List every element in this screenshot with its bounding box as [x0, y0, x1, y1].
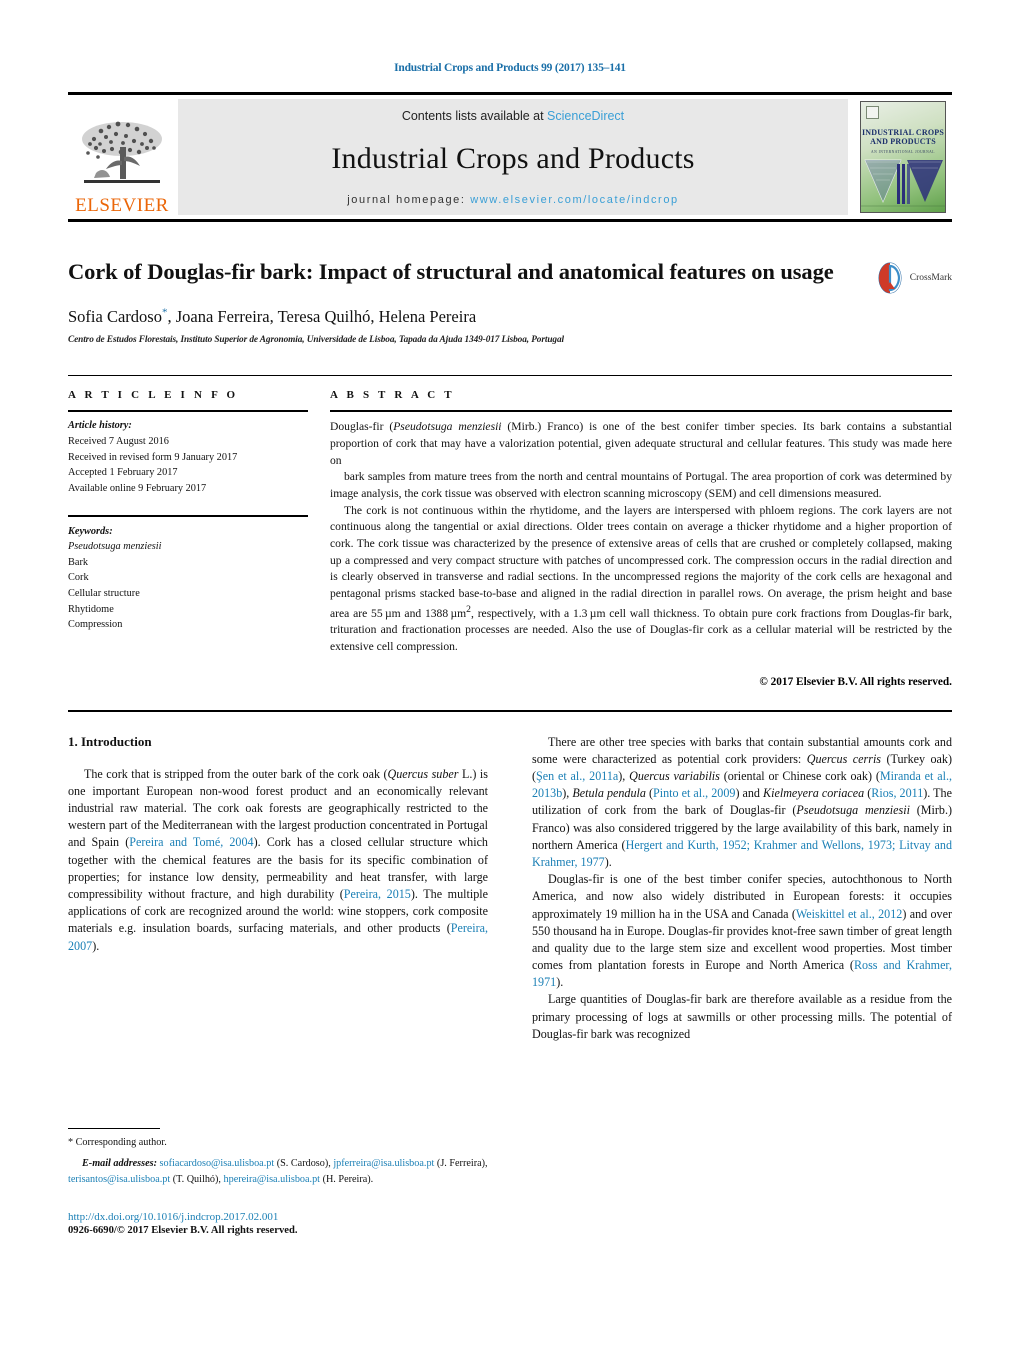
doi-block: http://dx.doi.org/10.1016/j.indcrop.2017… — [68, 1211, 488, 1236]
copyright-line: © 2017 Elsevier B.V. All rights reserved… — [759, 675, 952, 688]
corresponding-author-note: * Corresponding author. — [68, 1137, 167, 1148]
article-info-heading: A R T I C L E I N F O — [68, 389, 239, 402]
crossmark-label: CrossMark — [909, 273, 952, 283]
keywords-block: Keywords: Pseudotsuga menziesii Bark Cork C… — [68, 517, 308, 633]
contents-prefix: Contents lists available at — [401, 109, 548, 123]
keyword-item: Bark — [68, 556, 89, 568]
article-info-column: A R T I C L E I N F O Article history: R… — [68, 389, 330, 687]
keyword-item: Cork — [68, 572, 89, 584]
email-label: E-mail addresses: — [82, 1158, 157, 1170]
article-history-block: Article history: Received 7 August 2016 R… — [68, 412, 308, 496]
abstract-paragraph: Douglas-fir (Pseudotsuga menziesii (Mirb… — [330, 420, 952, 467]
email-addresses-note: E-mail addresses: sofiacardoso@isa.ulisb… — [68, 1156, 488, 1187]
journal-homepage-line: journal homepage: www.elsevier.com/locat… — [347, 194, 679, 206]
intro-left-paragraphs: The cork that is stripped from the outer… — [68, 766, 488, 955]
keyword-item: Cellular structure — [68, 588, 140, 600]
author-list: Sofia Cardoso*, Joana Ferreira, Teresa Q… — [68, 307, 842, 328]
cover-graphic-icon — [861, 159, 945, 207]
contents-available-line: Contents lists available at ScienceDirec… — [402, 109, 624, 123]
body-column-left: 1. Introduction The cork that is strippe… — [68, 734, 488, 1043]
keyword-item: Compression — [68, 619, 123, 631]
body-paragraph: Douglas-fir is one of the best timber co… — [532, 872, 952, 990]
homepage-url-link[interactable]: www.elsevier.com/locate/indcrop — [470, 194, 679, 206]
homepage-prefix: journal homepage: — [347, 194, 471, 206]
article-history-item: Accepted 1 February 2017 — [68, 467, 178, 479]
info-abstract-row: A R T I C L E I N F O Article history: R… — [68, 375, 952, 688]
intro-right-paragraphs: There are other tree species with barks … — [532, 734, 952, 1043]
crossmark-badge[interactable]: CrossMark — [874, 262, 952, 294]
body-separator-rule — [68, 709, 952, 712]
journal-cover-block: INDUSTRIAL CROPS AND PRODUCTS AN INTERNA… — [854, 95, 952, 219]
article-history-item: Available online 9 February 2017 — [68, 482, 207, 494]
abstract-heading: A B S T R A C T — [330, 389, 455, 402]
article-history-item: Received 7 August 2016 — [68, 435, 169, 447]
abstract-paragraph: The cork is not continuous within the rh… — [330, 503, 952, 654]
paper-page: Industrial Crops and Products 99 (2017) … — [0, 0, 1020, 1351]
doi-link[interactable]: http://dx.doi.org/10.1016/j.indcrop.2017… — [68, 1211, 488, 1223]
body-column-right: There are other tree species with barks … — [532, 734, 952, 1043]
body-columns: 1. Introduction The cork that is strippe… — [68, 734, 952, 1043]
running-head: Industrial Crops and Products 99 (2017) … — [394, 62, 626, 74]
affiliation: Centro de Estudos Florestais, Instituto … — [68, 335, 565, 346]
issn-copyright-line: 0926-6690/© 2017 Elsevier B.V. All right… — [68, 1224, 298, 1236]
journal-masthead: ELSEVIER Contents lists available at Sci… — [68, 92, 952, 222]
article-history-label: Article history: — [68, 420, 132, 432]
title-block: Cork of Douglas-fir bark: Impact of stru… — [68, 258, 952, 345]
author-names-html: Sofia Cardoso*, Joana Ferreira, Teresa Q… — [68, 306, 477, 327]
keyword-item: Rhytidome — [68, 603, 114, 615]
keyword-item: Pseudotsuga menziesii — [68, 541, 162, 553]
crossmark-icon — [878, 262, 902, 294]
abstract-column: A B S T R A C T Douglas-fir (Pseudotsuga… — [330, 389, 952, 688]
keywords-list: Pseudotsuga menziesii Bark Cork Cellular st… — [68, 539, 308, 633]
page-title: Cork of Douglas-fir bark: Impact of stru… — [68, 259, 834, 284]
footnote-rule — [68, 1128, 160, 1129]
article-history-item: Received in revised form 9 January 2017 — [68, 451, 238, 463]
body-paragraph: Large quantities of Douglas-fir bark are… — [532, 992, 952, 1041]
elsevier-logo: ELSEVIER — [68, 95, 176, 219]
keywords-label: Keywords: — [68, 525, 113, 537]
section-heading-introduction: 1. Introduction — [68, 733, 152, 749]
body-paragraph: There are other tree species with barks … — [532, 734, 953, 869]
abstract-body: Douglas-fir (Pseudotsuga menziesii (Mirb… — [330, 412, 952, 655]
masthead-center: Contents lists available at ScienceDirec… — [178, 99, 848, 215]
elsevier-wordmark: ELSEVIER — [75, 195, 169, 216]
body-paragraph: The cork that is stripped from the outer… — [68, 766, 488, 953]
sciencedirect-link[interactable]: ScienceDirect — [547, 109, 624, 123]
footnote-block: * Corresponding author. E-mail addresses… — [68, 1128, 488, 1236]
journal-title: Industrial Crops and Products — [331, 141, 695, 175]
article-history-list: Received 7 August 2016 Received in revise… — [68, 434, 308, 497]
abstract-paragraph: bark samples from mature trees from the … — [330, 470, 952, 501]
elsevier-tree-icon — [82, 121, 162, 183]
journal-cover-image: INDUSTRIAL CROPS AND PRODUCTS AN INTERNA… — [860, 101, 946, 213]
